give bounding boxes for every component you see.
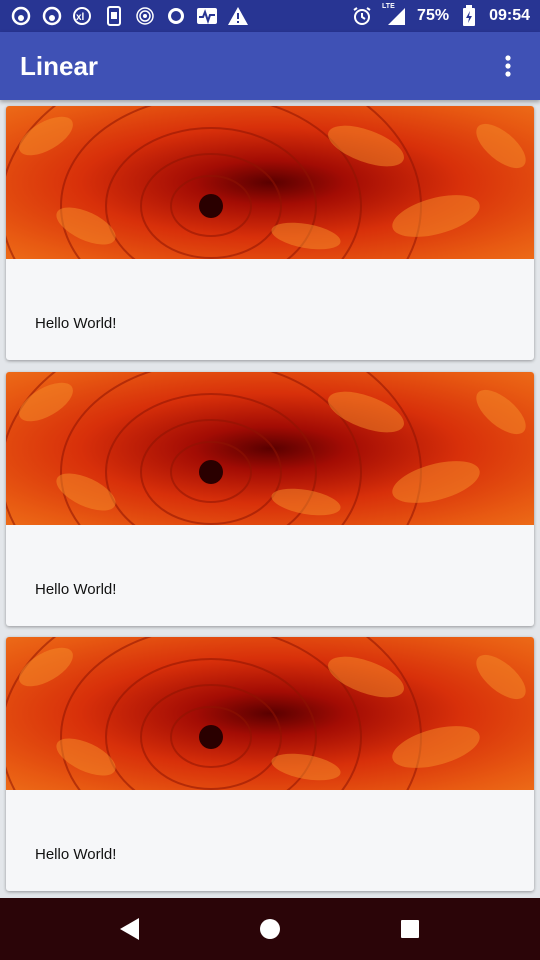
card[interactable]: Hello World! — [6, 637, 534, 891]
home-icon[interactable] — [250, 909, 290, 949]
battery-percent: 75% — [417, 7, 450, 24]
card-flower-image — [6, 106, 534, 259]
card-flower-image — [6, 372, 534, 525]
app-bar: Linear — [0, 32, 540, 100]
app-title: Linear — [20, 50, 99, 81]
more-options-icon[interactable] — [496, 46, 520, 86]
signal-icon: LTE — [382, 3, 408, 27]
clock-time: 09:54 — [489, 7, 530, 24]
activity-icon — [196, 5, 218, 27]
card-text: Hello World! — [35, 846, 117, 863]
spiral-app-icon — [134, 5, 156, 27]
navigation-bar — [0, 898, 540, 960]
status-right: LTE 75% 09:54 — [351, 3, 530, 27]
recents-icon[interactable] — [390, 909, 430, 949]
alarm-icon — [351, 5, 373, 27]
screenshot-icon — [103, 5, 125, 27]
card-text: Hello World! — [35, 315, 117, 332]
card-flower-image — [6, 637, 534, 790]
network-label: LTE — [382, 3, 395, 10]
app-notification-icon — [41, 5, 63, 27]
card-text: Hello World! — [35, 581, 117, 598]
warning-icon — [227, 5, 249, 27]
battery-charging-icon — [458, 5, 480, 27]
svg-text:xl: xl — [76, 12, 85, 23]
card[interactable]: Hello World! — [6, 372, 534, 626]
status-left: xl — [10, 5, 249, 27]
status-bar: xl LTE 75% 09:54 — [0, 0, 540, 32]
app-notification-icon — [10, 5, 32, 27]
card[interactable]: Hello World! — [6, 106, 534, 360]
circle-app-icon — [165, 5, 187, 27]
back-icon[interactable] — [110, 909, 150, 949]
xl-app-icon: xl — [72, 5, 94, 27]
